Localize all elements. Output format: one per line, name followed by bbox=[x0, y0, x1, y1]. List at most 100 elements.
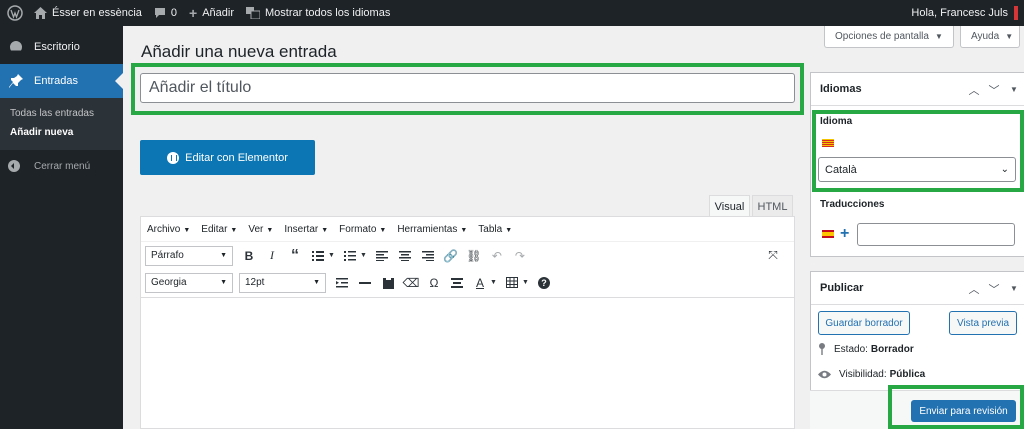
font-select-value: Georgia bbox=[151, 277, 187, 288]
menu-tools[interactable]: Herramientas ▼ bbox=[397, 224, 467, 235]
format-select-value: Párrafo bbox=[151, 250, 184, 261]
status-row: Estado: Borrador bbox=[818, 343, 914, 355]
table-icon[interactable] bbox=[502, 273, 522, 293]
chevron-down-icon[interactable]: ﹀ bbox=[984, 82, 1004, 98]
add-translation-icon[interactable]: + bbox=[840, 226, 849, 242]
menu-file[interactable]: Archivo ▼ bbox=[147, 224, 190, 235]
caret-down-icon[interactable]: ▼ bbox=[490, 279, 497, 286]
submenu-add-new[interactable]: Añadir nueva bbox=[0, 123, 123, 142]
font-size-select[interactable]: 12pt ▼ bbox=[239, 272, 326, 293]
avatar bbox=[1014, 6, 1018, 20]
caret-down-icon[interactable]: ▼ bbox=[360, 252, 367, 259]
editor-content-area[interactable] bbox=[141, 297, 794, 428]
show-languages-label: Mostrar todos los idiomas bbox=[265, 7, 391, 19]
collapse-icon bbox=[8, 160, 20, 172]
sidebar-item-dashboard[interactable]: Escritorio bbox=[0, 30, 123, 64]
spanish-flag-icon bbox=[822, 230, 834, 238]
blockquote-icon[interactable]: “ bbox=[285, 246, 305, 266]
sidebar-item-posts[interactable]: Entradas bbox=[0, 64, 123, 98]
caret-down-icon[interactable]: ▼ bbox=[1004, 284, 1024, 293]
caret-down-icon: ▼ bbox=[1005, 32, 1014, 41]
visibility-row: Visibilidad: Pública bbox=[818, 369, 925, 380]
caret-down-icon: ▼ bbox=[321, 226, 329, 234]
menu-label: Ver bbox=[248, 223, 264, 235]
special-character-icon[interactable]: Ω bbox=[424, 273, 444, 293]
comments-link[interactable]: 0 bbox=[148, 0, 183, 26]
plus-icon: + bbox=[189, 5, 198, 21]
caret-down-icon: ▼ bbox=[379, 226, 387, 234]
publish-panel-title: Publicar bbox=[820, 282, 864, 294]
paste-text-icon[interactable] bbox=[378, 273, 398, 293]
translation-input[interactable] bbox=[857, 223, 1015, 246]
menu-edit[interactable]: Editar ▼ bbox=[201, 224, 237, 235]
languages-panel-title: Idiomas bbox=[820, 83, 862, 95]
show-languages-link[interactable]: Mostrar todos los idiomas bbox=[240, 0, 396, 26]
chevron-up-icon[interactable]: ︿ bbox=[964, 281, 984, 297]
caret-down-icon[interactable]: ▼ bbox=[522, 279, 529, 286]
undo-icon[interactable]: ↶ bbox=[487, 246, 507, 266]
italic-icon[interactable]: I bbox=[262, 246, 282, 266]
editor-toolbar-1: Párrafo ▼ B I “ ▼ ▼ 🔗 ⛓ ↶ ↷ ⤧ bbox=[141, 242, 794, 269]
admin-bar: Ésser en essència 0 + Añadir Mostrar tod… bbox=[0, 0, 1024, 26]
numbered-list-icon[interactable] bbox=[340, 246, 360, 266]
collapse-menu-label: Cerrar menú bbox=[34, 160, 91, 172]
preview-button[interactable]: Vista previa bbox=[949, 311, 1017, 335]
languages-panel-header: Idiomas ︿ ﹀ ▼ bbox=[811, 73, 1024, 106]
caret-down-icon: ▼ bbox=[266, 226, 274, 234]
caret-down-icon[interactable]: ▼ bbox=[328, 252, 335, 259]
caret-down-icon: ▼ bbox=[220, 252, 227, 259]
chevron-down-icon[interactable]: ﹀ bbox=[984, 281, 1004, 297]
visibility-value: Pública bbox=[889, 369, 926, 380]
link-icon[interactable]: 🔗 bbox=[441, 246, 461, 266]
menu-label: Tabla bbox=[478, 223, 503, 235]
caret-down-icon[interactable]: ▼ bbox=[1004, 85, 1024, 94]
font-family-select[interactable]: Georgia ▼ bbox=[145, 272, 233, 293]
text-color-icon[interactable]: A bbox=[470, 273, 490, 293]
tab-html[interactable]: HTML bbox=[752, 195, 793, 217]
align-center-icon[interactable] bbox=[395, 246, 415, 266]
horizontal-line-icon[interactable] bbox=[355, 273, 375, 293]
classic-editor: Archivo ▼ Editar ▼ Ver ▼ Insertar ▼ Formato ▼… bbox=[140, 216, 795, 429]
account-menu[interactable]: Hola, Francesc Juls bbox=[911, 0, 1018, 26]
menu-label: Editar bbox=[201, 223, 228, 235]
help-button[interactable]: Ayuda ▼ bbox=[960, 26, 1020, 48]
panel-controls: ︿ ﹀ ▼ bbox=[964, 272, 1024, 305]
clear-formatting-icon[interactable]: ⌫ bbox=[401, 273, 421, 293]
save-draft-button[interactable]: Guardar borrador bbox=[818, 311, 910, 335]
new-content-label: Añadir bbox=[202, 7, 234, 19]
chevron-up-icon[interactable]: ︿ bbox=[964, 82, 984, 98]
publish-panel-header: Publicar ︿ ﹀ ▼ bbox=[811, 272, 1024, 305]
bold-icon[interactable]: B bbox=[239, 246, 259, 266]
redo-icon[interactable]: ↷ bbox=[510, 246, 530, 266]
align-left-icon[interactable] bbox=[372, 246, 392, 266]
new-content-link[interactable]: + Añadir bbox=[183, 0, 240, 26]
menu-view[interactable]: Ver ▼ bbox=[248, 224, 273, 235]
help-icon[interactable]: ? bbox=[534, 273, 554, 293]
posts-submenu: Todas las entradas Añadir nueva bbox=[0, 98, 123, 150]
post-title-input[interactable]: Añadir el título bbox=[140, 73, 795, 103]
bullet-list-icon[interactable] bbox=[308, 246, 328, 266]
screen-options-button[interactable]: Opciones de pantalla ▼ bbox=[824, 26, 954, 48]
collapse-menu-button[interactable]: Cerrar menú bbox=[0, 150, 123, 182]
tab-visual[interactable]: Visual bbox=[709, 195, 750, 217]
submenu-all-posts[interactable]: Todas las entradas bbox=[0, 104, 123, 123]
menu-label: Formato bbox=[339, 223, 377, 235]
menu-format[interactable]: Formato ▼ bbox=[339, 224, 386, 235]
caret-down-icon: ▼ bbox=[934, 32, 943, 41]
edit-with-elementor-button[interactable]: Editar con Elementor bbox=[140, 140, 315, 175]
menu-insert[interactable]: Insertar ▼ bbox=[284, 224, 328, 235]
unlink-icon[interactable]: ⛓ bbox=[464, 246, 484, 266]
sidebar-item-label: Entradas bbox=[34, 75, 79, 87]
comment-icon bbox=[154, 7, 166, 19]
site-name-link[interactable]: Ésser en essència bbox=[28, 0, 148, 26]
code-block-icon[interactable] bbox=[447, 273, 467, 293]
menu-table[interactable]: Tabla ▼ bbox=[478, 224, 512, 235]
format-select[interactable]: Párrafo ▼ bbox=[145, 245, 233, 266]
menu-label: Insertar bbox=[284, 223, 319, 235]
comments-count: 0 bbox=[170, 7, 178, 19]
indent-icon[interactable] bbox=[332, 273, 352, 293]
title-placeholder: Añadir el título bbox=[149, 79, 252, 96]
align-right-icon[interactable] bbox=[418, 246, 438, 266]
wordpress-logo-icon[interactable] bbox=[2, 0, 28, 26]
fullscreen-icon[interactable]: ⤧ bbox=[763, 246, 783, 266]
